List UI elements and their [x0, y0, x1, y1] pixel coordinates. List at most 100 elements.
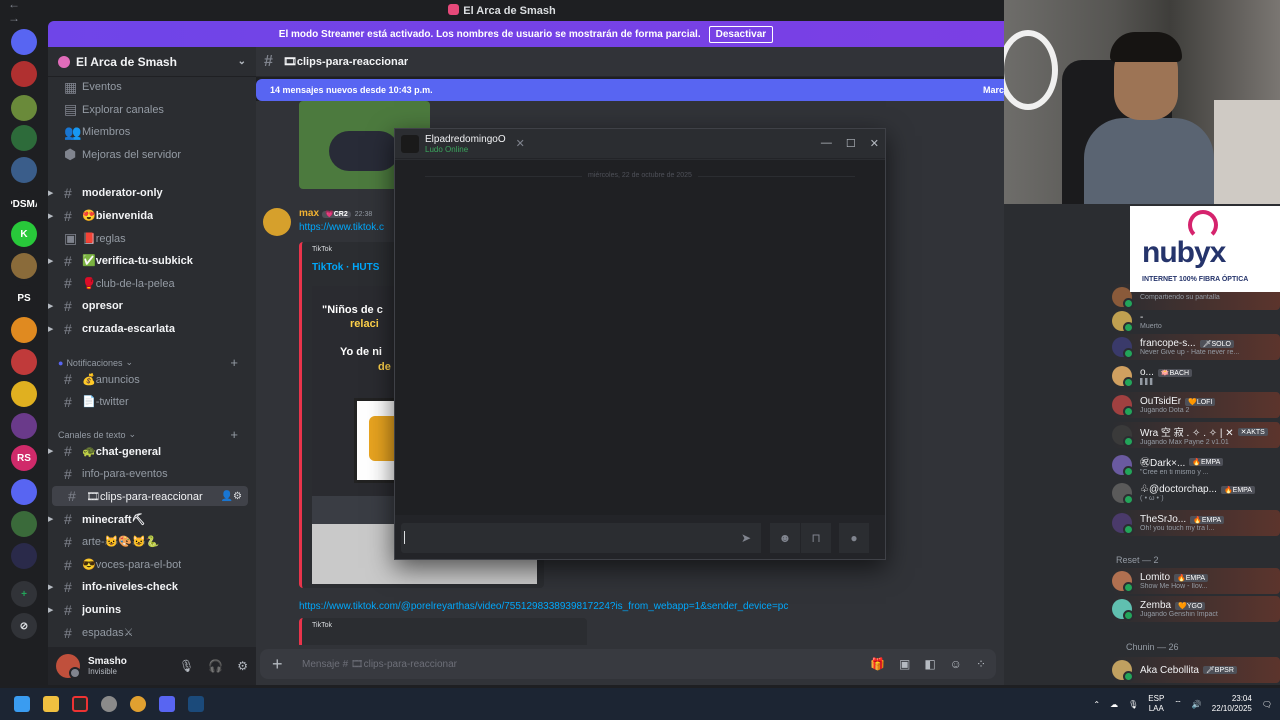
chevron-up-icon[interactable]: ⌃	[1093, 700, 1100, 709]
emoji-icon[interactable]: ☻	[770, 523, 800, 553]
channel-item[interactable]: ▶ # 🐢chat-general	[48, 441, 256, 461]
volume-icon[interactable]: 🔊	[1192, 700, 1202, 709]
member-item[interactable]: o... 🪷BACH ▌▌▌	[1112, 363, 1280, 389]
message-link[interactable]: https://www.tiktok.com/@porelreyarthas/v…	[299, 601, 788, 612]
members-nav-item[interactable]: 👥 Miembros	[48, 122, 256, 142]
channel-item[interactable]: # 📄-twitter	[48, 392, 256, 412]
author-name[interactable]: max	[299, 208, 319, 219]
server-icon-3[interactable]	[11, 95, 37, 121]
server-icon-15[interactable]	[11, 479, 37, 505]
microphone-icon[interactable]: 🎙	[179, 659, 194, 673]
server-icon-5[interactable]	[11, 157, 37, 183]
channel-item[interactable]: # arte-😺🎨😺🐍	[48, 532, 256, 552]
add-channel-icon[interactable]: +	[230, 427, 238, 442]
avatar[interactable]	[401, 134, 419, 153]
close-icon[interactable]: ✕	[870, 137, 879, 150]
explore-icon[interactable]: ⊘	[11, 613, 37, 639]
attachment-icon[interactable]: ⊓	[801, 523, 831, 553]
member-item[interactable]: ♧@doctorchap... 🔥EMPA (´• ω •`)	[1112, 480, 1280, 506]
server-icon-14[interactable]: RS	[11, 445, 37, 471]
gif-icon[interactable]: ▣	[899, 657, 910, 671]
sticker-icon[interactable]: ◧	[924, 657, 935, 671]
gift-icon[interactable]: 🎁	[870, 657, 885, 671]
headphones-icon[interactable]: 🎧	[208, 659, 223, 673]
channel-item[interactable]: ▶ # 😍bienvenida	[48, 206, 256, 226]
server-icon-10[interactable]	[11, 317, 37, 343]
member-item[interactable]: ㊗Dark×... 🔥EMPA "Cree en ti mismo y ...	[1112, 452, 1280, 478]
message-link[interactable]: https://www.tiktok.c	[299, 222, 384, 233]
mark-read-button[interactable]: Marc	[983, 85, 1004, 95]
server-icon-6[interactable]: PDSMA	[11, 191, 37, 217]
member-item[interactable]: Zemba 🧡YGO Jugando Genshin Impact	[1112, 596, 1280, 622]
category-notifications[interactable]: ● Notificaciones ⌄ +	[58, 355, 238, 370]
settings-icon[interactable]	[95, 690, 123, 718]
member-item[interactable]: Wra 空 寂 . ✧ . ✧ | ✕ ✕AKTS Jugando Max Payn…	[1112, 422, 1280, 448]
avatar[interactable]	[263, 208, 291, 236]
channel-item[interactable]: # info-para-eventos	[48, 464, 256, 484]
server-icon-16[interactable]	[11, 511, 37, 537]
add-attachment-icon[interactable]: +	[272, 654, 302, 675]
server-icon-13[interactable]	[11, 413, 37, 439]
network-icon[interactable]: ☁	[1110, 700, 1118, 709]
server-icon-2[interactable]	[11, 61, 37, 87]
channel-item[interactable]: ▶ # moderator-only	[48, 183, 256, 203]
close-tab-icon[interactable]: ✕	[516, 137, 525, 150]
voice-icon[interactable]: ●	[839, 523, 869, 553]
steam-icon[interactable]	[182, 690, 210, 718]
server-icon-7[interactable]: K	[11, 221, 37, 247]
add-server-icon[interactable]: +	[11, 581, 37, 607]
channel-item[interactable]: # 😎voces-para-el-bot	[48, 555, 256, 575]
file-explorer-icon[interactable]	[37, 690, 65, 718]
channel-item[interactable]: ▶ # opresor	[48, 296, 256, 316]
discord-icon[interactable]	[153, 690, 181, 718]
minimize-icon[interactable]: —	[821, 137, 832, 150]
server-icon-12[interactable]	[11, 381, 37, 407]
apps-icon[interactable]: ⁘	[976, 657, 986, 671]
new-messages-bar[interactable]: 14 mensajes nuevos desde 10:43 p.m. Marc	[256, 79, 1004, 101]
gear-icon[interactable]: ⚙	[237, 659, 248, 673]
server-icon-11[interactable]	[11, 349, 37, 375]
channel-item[interactable]: # 💰anuncios	[48, 369, 256, 389]
chrome-icon[interactable]	[124, 690, 152, 718]
member-item[interactable]: Aka Cebollita 🗡BPSR	[1112, 657, 1280, 683]
member-item[interactable]: TheSrJo... 🔥EMPA Oh! you touch my tra l...	[1112, 510, 1280, 536]
microphone-icon[interactable]: 🎙	[1128, 700, 1138, 709]
message-input[interactable]: + Mensaje # 🎞clips-para-reaccionar 🎁 ▣ ◧…	[260, 649, 996, 679]
channel-item[interactable]: ▶ # ✅verifica-tu-subkick	[48, 251, 256, 271]
disable-streamer-button[interactable]: Desactivar	[708, 25, 774, 43]
message-author[interactable]: max 💗CR2 22:38	[299, 208, 372, 219]
boost-nav-item[interactable]: ⬢ Mejoras del servidor	[48, 145, 256, 165]
channel-item[interactable]: ▶ # info-niveles-check	[48, 577, 256, 597]
channel-item[interactable]: ▣ 📕reglas	[48, 228, 256, 248]
explore-nav-item[interactable]: ▤ Explorar canales	[48, 100, 256, 120]
emoji-icon[interactable]: ☺	[950, 657, 962, 671]
add-channel-icon[interactable]: +	[230, 355, 238, 370]
embed-title[interactable]: TikTok · HUTS	[312, 262, 379, 273]
member-item[interactable]: OuTsidEr 🧡LOFI Jugando Dota 2	[1112, 392, 1280, 418]
channel-item[interactable]: # espadas⚔	[48, 623, 256, 643]
popout-user-name[interactable]: ElpadredomingoO	[425, 134, 506, 145]
avatar[interactable]	[56, 654, 81, 679]
member-item[interactable]: - Muerto	[1112, 308, 1280, 334]
wifi-icon[interactable]: ⌔	[1174, 699, 1182, 709]
member-item[interactable]: Lomito 🔥EMPA Show Me How - Ilov...	[1112, 568, 1280, 594]
server-icon-4[interactable]	[11, 125, 37, 151]
windows-start-icon[interactable]	[8, 690, 36, 718]
channel-item[interactable]: ▶ # minecraft⛏	[48, 509, 256, 529]
input-language[interactable]: ESP LAA	[1148, 694, 1164, 714]
send-icon[interactable]: ➤	[731, 523, 761, 553]
server-icon-8[interactable]	[11, 253, 37, 279]
server-icon-9[interactable]: PS	[11, 285, 37, 311]
channel-item[interactable]: ▶ # jounins	[48, 600, 256, 620]
channel-settings-icon[interactable]: 👤⚙	[221, 491, 242, 502]
server-icon-17[interactable]	[11, 543, 37, 569]
chevron-down-icon[interactable]: ⌄	[238, 56, 246, 67]
channel-item[interactable]: ▶ # cruzada-escarlata	[48, 319, 256, 339]
channel-item-active[interactable]: # 🎞clips-para-reaccionar 👤⚙	[52, 486, 248, 507]
maximize-icon[interactable]: ☐	[846, 137, 856, 150]
calendar-nav-item[interactable]: ▦ Eventos	[48, 77, 256, 97]
discord-icon[interactable]	[11, 29, 37, 55]
system-clock[interactable]: 23:04 22/10/2025	[1212, 694, 1252, 714]
server-header[interactable]: El Arca de Smash ⌄	[48, 47, 256, 77]
category-text-channels[interactable]: Canales de texto ⌄ +	[58, 427, 238, 442]
